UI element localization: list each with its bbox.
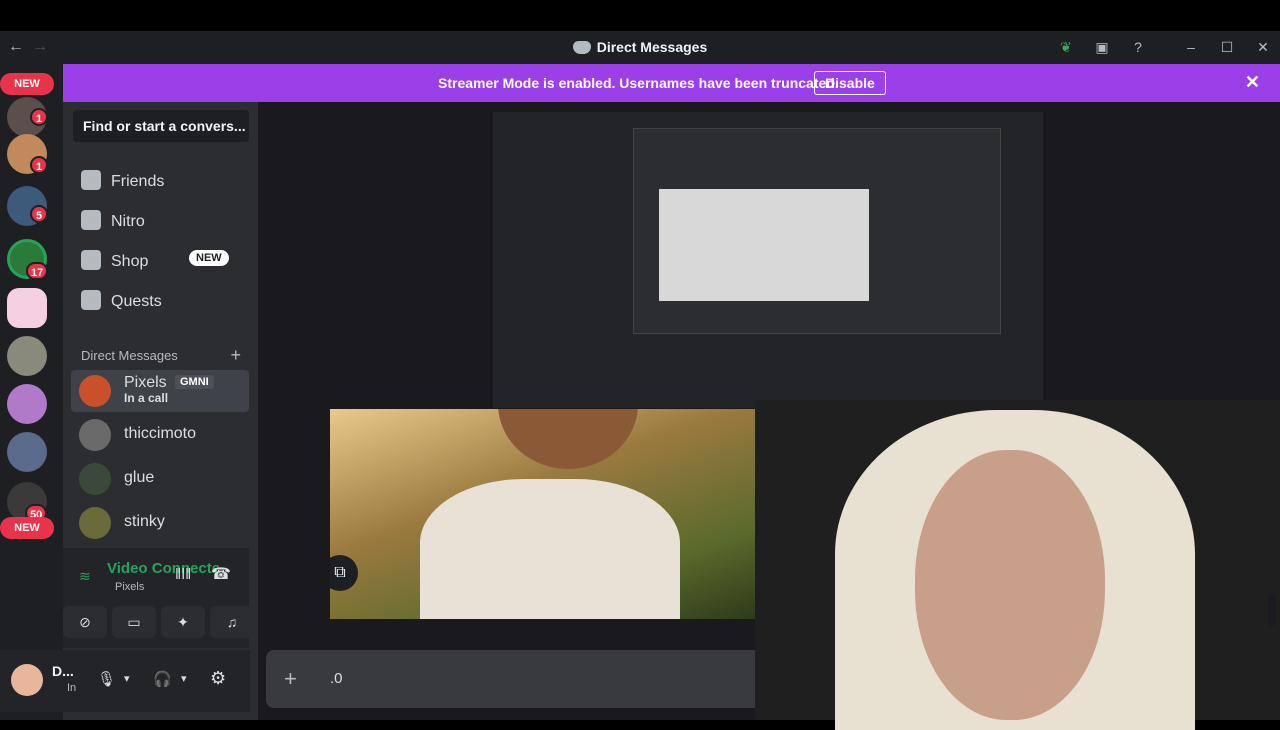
shop-icon [81,250,101,270]
scrollbar[interactable] [1268,594,1276,626]
message-input[interactable]: .0 [330,670,343,687]
soundboard-button[interactable]: ♫ [210,606,254,638]
search-input[interactable]: Find or start a convers... [73,110,249,142]
microphone-icon[interactable]: 🎙 [97,670,116,688]
server-icon[interactable] [7,432,47,472]
voice-panel: ≋ Video Connecte Pixels ǁǀǁ ☎ ⊘ ▭ ✦ ♫ [63,548,254,648]
add-attachment-icon[interactable]: + [284,666,297,692]
chevron-down-icon[interactable]: ▾ [181,672,187,685]
streamer-mode-banner: Streamer Mode is enabled. Usernames have… [63,64,1280,102]
new-unreads-pill[interactable]: NEW [0,73,54,95]
dm-header: Direct Messages + [81,345,241,366]
avatar [79,507,111,539]
dm-status: In a call [124,391,169,405]
nav-shop[interactable]: Shop NEW [81,250,241,280]
shared-window [633,128,1001,334]
title-bar: ← → Direct Messages ❦ ▣ ? – ☐ ✕ [0,31,1280,64]
nav-nitro[interactable]: Nitro [81,210,145,240]
discord-icon [572,41,591,54]
help-icon[interactable]: ? [1129,38,1147,56]
screen-share-stream[interactable] [493,112,1043,408]
dm-item[interactable]: stinky [71,502,249,544]
user-panel: D... In 🎙 ▾ 🎧 ▾ ⚙ [0,650,250,712]
headphones-icon[interactable]: 🎧 [153,670,172,688]
nav-friends[interactable]: Friends [81,170,164,200]
server-list: NEW 1 1 5 17 50 NEW [0,64,63,720]
disconnect-icon[interactable]: ☎ [211,564,231,584]
leaf-icon[interactable]: ❦ [1057,38,1075,56]
guild-tag-badge: GMNI [175,375,214,389]
top-letterbox [0,0,1280,31]
avatar[interactable] [11,664,43,696]
unread-badge: 1 [30,108,48,126]
friends-icon [81,170,101,190]
user-status: In [67,682,77,694]
avatar [79,375,111,407]
window-title: Direct Messages [0,39,1280,55]
avatar [79,463,111,495]
new-unreads-pill[interactable]: NEW [0,517,54,539]
video-tile[interactable]: ⧉ [330,409,755,619]
minimize-icon[interactable]: – [1182,38,1200,56]
dm-item[interactable]: glue [71,458,249,500]
banner-message: Streamer Mode is enabled. Usernames have… [438,75,839,91]
quests-icon [81,290,101,310]
dm-name: thiccimoto [124,425,197,442]
shared-photo [659,189,869,301]
user-name: D... [52,663,74,679]
gear-icon[interactable]: ⚙ [210,668,226,689]
dm-name: stinky [124,513,165,530]
close-icon[interactable]: ✕ [1245,72,1260,93]
noise-suppression-icon[interactable]: ǁǀǁ [175,566,191,583]
maximize-icon[interactable]: ☐ [1218,38,1236,56]
server-icon[interactable] [7,336,47,376]
screen-share-icon[interactable]: ⧉ [330,555,358,591]
video-subject-face [498,409,638,469]
dm-name: glue [124,469,155,486]
video-subject [420,479,680,619]
server-icon[interactable] [7,384,47,424]
chevron-down-icon[interactable]: ▾ [124,672,130,685]
dm-name: Pixels [124,374,167,391]
dm-item[interactable]: thiccimoto [71,414,249,456]
close-window-icon[interactable]: ✕ [1254,38,1272,56]
dm-item-pixels[interactable]: Pixels GMNI In a call [71,370,249,412]
inbox-icon[interactable]: ▣ [1093,38,1111,56]
webcam-subject-face [915,450,1105,720]
screen-share-button[interactable]: ▭ [112,606,156,638]
voice-channel[interactable]: Pixels [115,581,144,593]
unread-badge: 17 [26,262,49,280]
webcam-overlay [755,400,1280,730]
signal-icon: ≋ [79,568,91,584]
nitro-icon [81,210,101,230]
camera-off-button[interactable]: ⊘ [63,606,107,638]
avatar [79,419,111,451]
server-icon[interactable] [7,288,47,328]
voice-status: Video Connecte [107,560,221,577]
unread-badge: 5 [30,205,48,223]
nav-quests[interactable]: Quests [81,290,162,320]
unread-badge: 1 [30,156,48,174]
disable-button[interactable]: Disable [814,71,886,95]
activities-button[interactable]: ✦ [161,606,205,638]
create-dm-icon[interactable]: + [230,345,241,366]
new-tag: NEW [189,250,229,266]
